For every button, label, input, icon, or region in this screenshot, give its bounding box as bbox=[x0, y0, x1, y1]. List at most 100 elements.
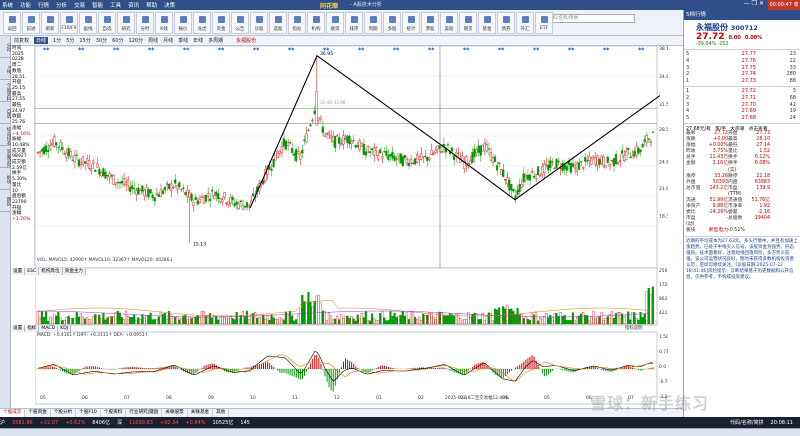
candle-body[interactable] bbox=[278, 150, 281, 154]
candle-body[interactable] bbox=[596, 155, 599, 166]
menu-item[interactable]: 工具 bbox=[110, 3, 121, 9]
candle-body[interactable] bbox=[516, 189, 519, 195]
candle-body[interactable] bbox=[411, 162, 415, 164]
macd-tab[interactable]: MACD bbox=[39, 325, 59, 332]
candle-body[interactable] bbox=[545, 164, 548, 166]
event-marker-icon[interactable]: ◆◆ bbox=[218, 46, 225, 51]
candle-body[interactable] bbox=[208, 198, 212, 202]
indicator-help-button[interactable]: 指标说明 bbox=[625, 324, 643, 331]
candle-body[interactable] bbox=[297, 151, 300, 154]
candle-body[interactable] bbox=[241, 204, 244, 210]
candle-body[interactable] bbox=[534, 174, 538, 179]
candle-body[interactable] bbox=[165, 183, 169, 185]
candle-body[interactable] bbox=[512, 189, 515, 192]
event-marker-icon[interactable]: ◆◆ bbox=[638, 46, 645, 51]
toolbar-button[interactable]: 选股 bbox=[269, 12, 287, 34]
bottom-tab[interactable]: 行业研究|键盘 bbox=[126, 409, 163, 417]
candle-body[interactable] bbox=[145, 187, 148, 196]
candle-body[interactable] bbox=[623, 155, 626, 162]
candle-body[interactable] bbox=[217, 193, 220, 200]
search-input[interactable]: 代码/名称/简拼 bbox=[545, 14, 635, 23]
candle-body[interactable] bbox=[426, 157, 429, 161]
toolbar-button[interactable]: 龙虎 bbox=[193, 12, 211, 34]
candle-body[interactable] bbox=[489, 152, 492, 161]
index2-value[interactable]: 11099.83 bbox=[129, 420, 153, 426]
candle-body[interactable] bbox=[81, 156, 85, 165]
toolbar-button[interactable]: 指标 bbox=[288, 12, 306, 34]
toolbar-button[interactable]: 研究 bbox=[117, 12, 135, 34]
candle-body[interactable] bbox=[235, 201, 238, 205]
candle-body[interactable] bbox=[40, 149, 44, 152]
toolbar-button[interactable]: 期货 bbox=[459, 12, 477, 34]
candle-body[interactable] bbox=[163, 186, 167, 191]
candle-body[interactable] bbox=[536, 166, 540, 176]
candle-body[interactable] bbox=[38, 151, 41, 153]
candle-body[interactable] bbox=[575, 162, 579, 172]
candle-body[interactable] bbox=[334, 136, 337, 149]
candle-body[interactable] bbox=[225, 202, 228, 204]
toolbar-button[interactable]: 报价 bbox=[174, 12, 192, 34]
candle-body[interactable] bbox=[295, 149, 298, 161]
toolbar-button[interactable]: 公告 bbox=[231, 12, 249, 34]
candle-body[interactable] bbox=[518, 184, 521, 192]
candle-body[interactable] bbox=[243, 205, 246, 208]
candle-body[interactable] bbox=[649, 141, 652, 143]
candle-body[interactable] bbox=[307, 130, 310, 132]
candle-body[interactable] bbox=[641, 143, 644, 148]
toolbar-button[interactable]: 返回 bbox=[3, 12, 21, 34]
candle-body[interactable] bbox=[637, 148, 640, 154]
status-right-info[interactable]: 代码/名称/简拼 bbox=[730, 419, 763, 426]
candle-body[interactable] bbox=[352, 140, 355, 142]
toolbar-button[interactable]: 分时 bbox=[136, 12, 154, 34]
menu-item[interactable]: 决策 bbox=[164, 3, 175, 9]
bottom-tab[interactable]: 其他 bbox=[213, 409, 230, 417]
toolbar-button[interactable]: K线 bbox=[155, 12, 173, 34]
candle-body[interactable] bbox=[100, 172, 103, 176]
candle-body[interactable] bbox=[174, 179, 177, 184]
toolbar-button[interactable]: 画线 bbox=[79, 12, 97, 34]
candle-body[interactable] bbox=[88, 160, 91, 169]
candle-body[interactable] bbox=[155, 193, 158, 196]
candle-body[interactable] bbox=[457, 152, 460, 154]
candle-body[interactable] bbox=[586, 160, 589, 162]
candle-body[interactable] bbox=[434, 150, 437, 153]
menu-item[interactable]: 帮助 bbox=[146, 3, 157, 9]
candle-body[interactable] bbox=[522, 173, 525, 183]
left-nav-item[interactable]: K线 bbox=[0, 58, 11, 80]
candle-body[interactable] bbox=[176, 185, 179, 190]
candle-body[interactable] bbox=[477, 145, 480, 153]
candle-body[interactable] bbox=[77, 159, 80, 167]
bottom-tab[interactable]: 个股资料 bbox=[101, 409, 127, 417]
bottom-tab[interactable]: 个股F10 bbox=[76, 409, 101, 417]
candle-body[interactable] bbox=[301, 149, 304, 154]
ask-row[interactable]: 3 27.75 33 bbox=[684, 65, 800, 72]
candle-body[interactable] bbox=[616, 162, 620, 165]
candle-body[interactable] bbox=[580, 161, 583, 163]
candle-body[interactable] bbox=[131, 185, 134, 190]
candle-body[interactable] bbox=[229, 196, 232, 204]
candle-body[interactable] bbox=[327, 132, 331, 135]
candle-body[interactable] bbox=[59, 142, 62, 151]
candle-body[interactable] bbox=[588, 156, 591, 161]
candle-body[interactable] bbox=[104, 171, 107, 179]
candle-body[interactable] bbox=[188, 192, 191, 198]
left-nav-item[interactable]: 分时 bbox=[0, 36, 11, 58]
candle-body[interactable] bbox=[112, 174, 115, 185]
candle-body[interactable] bbox=[303, 139, 306, 142]
candle-body[interactable] bbox=[377, 155, 380, 160]
candle-body[interactable] bbox=[602, 157, 605, 166]
candle-body[interactable] bbox=[290, 147, 294, 153]
candle-body[interactable] bbox=[55, 142, 58, 146]
event-marker-icon[interactable]: ◆◆ bbox=[603, 46, 610, 51]
candle-body[interactable] bbox=[213, 195, 216, 200]
candle-body[interactable] bbox=[557, 160, 560, 163]
candle-body[interactable] bbox=[627, 148, 630, 150]
toolbar-button[interactable]: 债券 bbox=[497, 12, 515, 34]
candle-body[interactable] bbox=[317, 117, 320, 121]
candle-body[interactable] bbox=[483, 143, 486, 151]
candle-body[interactable] bbox=[178, 182, 181, 188]
candle-body[interactable] bbox=[159, 189, 162, 197]
toolbar-button[interactable]: 刷新 bbox=[41, 12, 59, 34]
candle-body[interactable] bbox=[340, 143, 343, 146]
candle-body[interactable] bbox=[98, 168, 101, 175]
